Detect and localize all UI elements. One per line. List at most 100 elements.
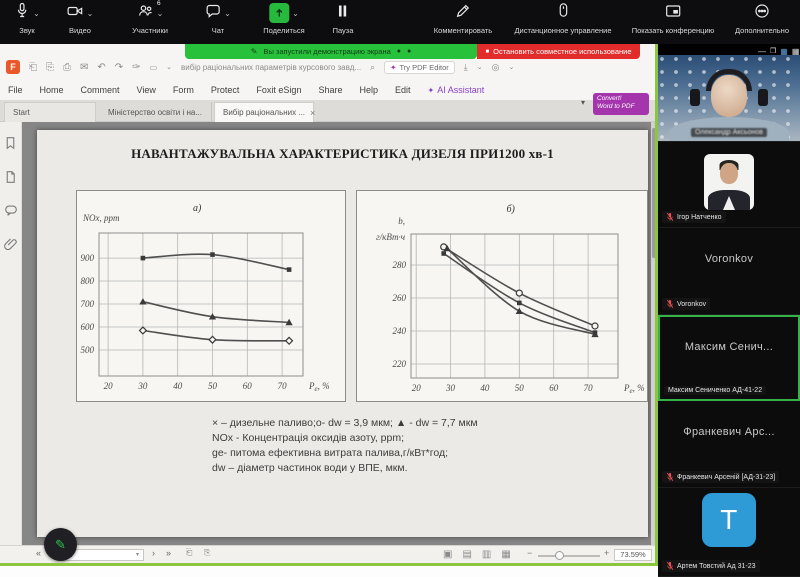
attachments-icon[interactable] [4,237,17,256]
close-tab-icon[interactable]: × [310,108,315,118]
toolbar-item-remote-control[interactable]: Дистанционное управление [514,3,611,35]
menu-comment[interactable]: Comment [81,85,120,95]
hand-tool-icon[interactable]: ✑ [132,62,140,73]
toolbar-item-show-meeting[interactable]: Показать конференцию [632,3,715,35]
download-icon[interactable]: ⤓ [464,62,468,73]
toolbar-item-more[interactable]: Дополнительно [735,3,789,35]
facing-pages-icon[interactable]: ⎘ [204,548,210,558]
chart-1: 203040506070Pe, %220240260280б)b,г/кВт·ч [357,191,649,403]
help-bubble-icon[interactable]: ◎ [492,62,500,73]
chevron-down-icon[interactable]: ⌄ [87,9,94,18]
menu-share[interactable]: Share [318,85,342,95]
convert-word-to-pdf-badge[interactable]: Convert! Word to PDF [593,93,649,115]
toolbar-item-video[interactable]: ⌄ Видео [67,3,94,35]
comments-panel-icon[interactable] [4,204,18,222]
share-banner-text: Вы запустили демонстрацию экрана [263,47,390,56]
menu-protect[interactable]: Protect [211,85,240,95]
menu-home[interactable]: Home [40,85,64,95]
undo-icon[interactable]: ↶ [97,62,105,73]
chevron-down-icon[interactable]: ⌄ [509,63,515,71]
video-tile[interactable]: Франкевич Арс... Франкевич Арсеній [АД-3… [658,401,800,488]
svg-text:900: 900 [81,253,95,263]
menu-help[interactable]: Help [359,85,378,95]
snapshot-icon[interactable]: ▭ [150,63,158,72]
restore-icon[interactable]: ❐ [770,47,776,55]
toolbar-item-chat[interactable]: ⌄ Чат [205,3,231,35]
annotation-floating-logo[interactable]: ✎ [44,528,77,561]
fit-width-icon[interactable]: ▤ [462,549,471,560]
banner-option-icon[interactable]: ● [397,48,401,55]
print-icon[interactable]: ⎙ [63,62,71,73]
video-tile[interactable]: Voronkov Voronkov [658,228,800,315]
grid-view-icon[interactable]: ▦ [780,47,788,56]
menu-view[interactable]: View [137,85,156,95]
svg-text:30: 30 [137,381,148,391]
participant-name-label: Ігор Натченко [662,211,726,223]
search-icon[interactable]: ⌕ [370,62,375,73]
zoom-out-button[interactable]: − [527,548,532,558]
svg-text:220: 220 [393,359,407,369]
tab-start[interactable]: Start [4,102,96,122]
menu-edit[interactable]: Edit [395,85,411,95]
first-page-button[interactable]: « [36,548,41,558]
page-thumbnails-icon[interactable] [4,170,17,189]
avatar-face [720,163,738,184]
menu-bar: File Home Comment View Form Protect Foxi… [8,80,484,100]
share-border-bottom [0,563,658,566]
menu-ai-assistant[interactable]: ✦ AI Assistant [428,85,485,95]
two-page-view-icon[interactable]: ▥ [482,549,491,560]
single-page-icon[interactable]: ⎗ [186,548,192,558]
menu-foxit-esign[interactable]: Foxit eSign [256,85,301,95]
toolbar-item-annotate[interactable]: Комментировать [434,3,492,35]
chevron-down-icon[interactable]: ⌄ [477,63,483,71]
svg-text:70: 70 [278,381,288,391]
fit-page-icon[interactable]: ▣ [443,549,452,560]
chevron-down-icon[interactable]: ⌄ [157,9,164,18]
svg-text:60: 60 [549,383,559,393]
chevron-down-icon[interactable]: ⌄ [224,9,231,18]
open-file-icon[interactable]: ⎗ [29,62,37,73]
redo-icon[interactable]: ↷ [115,62,123,73]
svg-text:600: 600 [81,322,95,332]
participants-sidebar: Олександр Аксьонов Ігор Натченко Voronko… [658,44,800,577]
pause-icon [336,3,350,24]
mic-muted-icon [666,212,674,222]
email-icon[interactable]: ✉ [80,62,88,73]
toolbar-item-audio[interactable]: ⌄ Звук [14,3,40,35]
chevron-down-icon[interactable]: ▾ [581,98,585,107]
avatar [704,154,754,210]
letter-avatar: Т [702,493,756,547]
video-tile[interactable]: Ігор Натченко [658,142,800,228]
banner-settings-icon[interactable]: ● [407,48,411,55]
toolbar-item-share[interactable]: ⌄ Поделиться [263,3,304,35]
video-tile-host[interactable]: Олександр Аксьонов [658,55,800,142]
zoom-slider-knob[interactable] [555,551,564,560]
tab-active-doc[interactable]: Вибір раціональних ... × [214,102,314,122]
try-pdf-editor-chip[interactable]: ✦ Try PDF Editor [384,61,455,74]
remote-control-icon [556,2,570,24]
view-mode-icons: ▣ ▤ ▥ ▦ [443,549,511,560]
toolbar-item-pause[interactable]: Пауза [333,3,354,35]
menu-file[interactable]: File [8,85,23,95]
zoom-slider-track[interactable] [538,555,600,557]
save-icon[interactable]: ⎘ [46,62,54,73]
chevron-down-icon[interactable]: ⌄ [33,9,40,18]
video-tile-active-speaker[interactable]: Максим Сенич... Максим Сениченко АД-41-2… [658,315,800,401]
menu-form[interactable]: Form [173,85,194,95]
minimize-icon[interactable]: — [758,47,766,56]
stop-sharing-button[interactable]: ■ Остановить совместное использование [477,44,640,59]
toolbar-item-participants[interactable]: 6 ⌄ Участники [132,3,168,35]
last-page-button[interactable]: » [166,548,171,558]
chat-icon [205,3,221,24]
annotate-pencil-icon [455,3,471,24]
zoom-in-button[interactable]: + [604,548,609,558]
bookmarks-icon[interactable] [4,136,17,155]
chevron-down-icon[interactable]: ⌄ [292,9,299,18]
video-tile[interactable]: Т Артем Товстий Ад 31-23 [658,488,800,577]
tab-ministry-doc[interactable]: Міністерство освіти і на... [100,102,212,122]
gallery-view-icon[interactable]: ▦ [792,47,800,56]
continuous-view-icon[interactable]: ▦ [501,549,510,560]
chevron-down-icon[interactable]: ⌄ [166,63,172,71]
svg-text:50: 50 [515,383,525,393]
next-page-button[interactable]: › [152,548,155,558]
